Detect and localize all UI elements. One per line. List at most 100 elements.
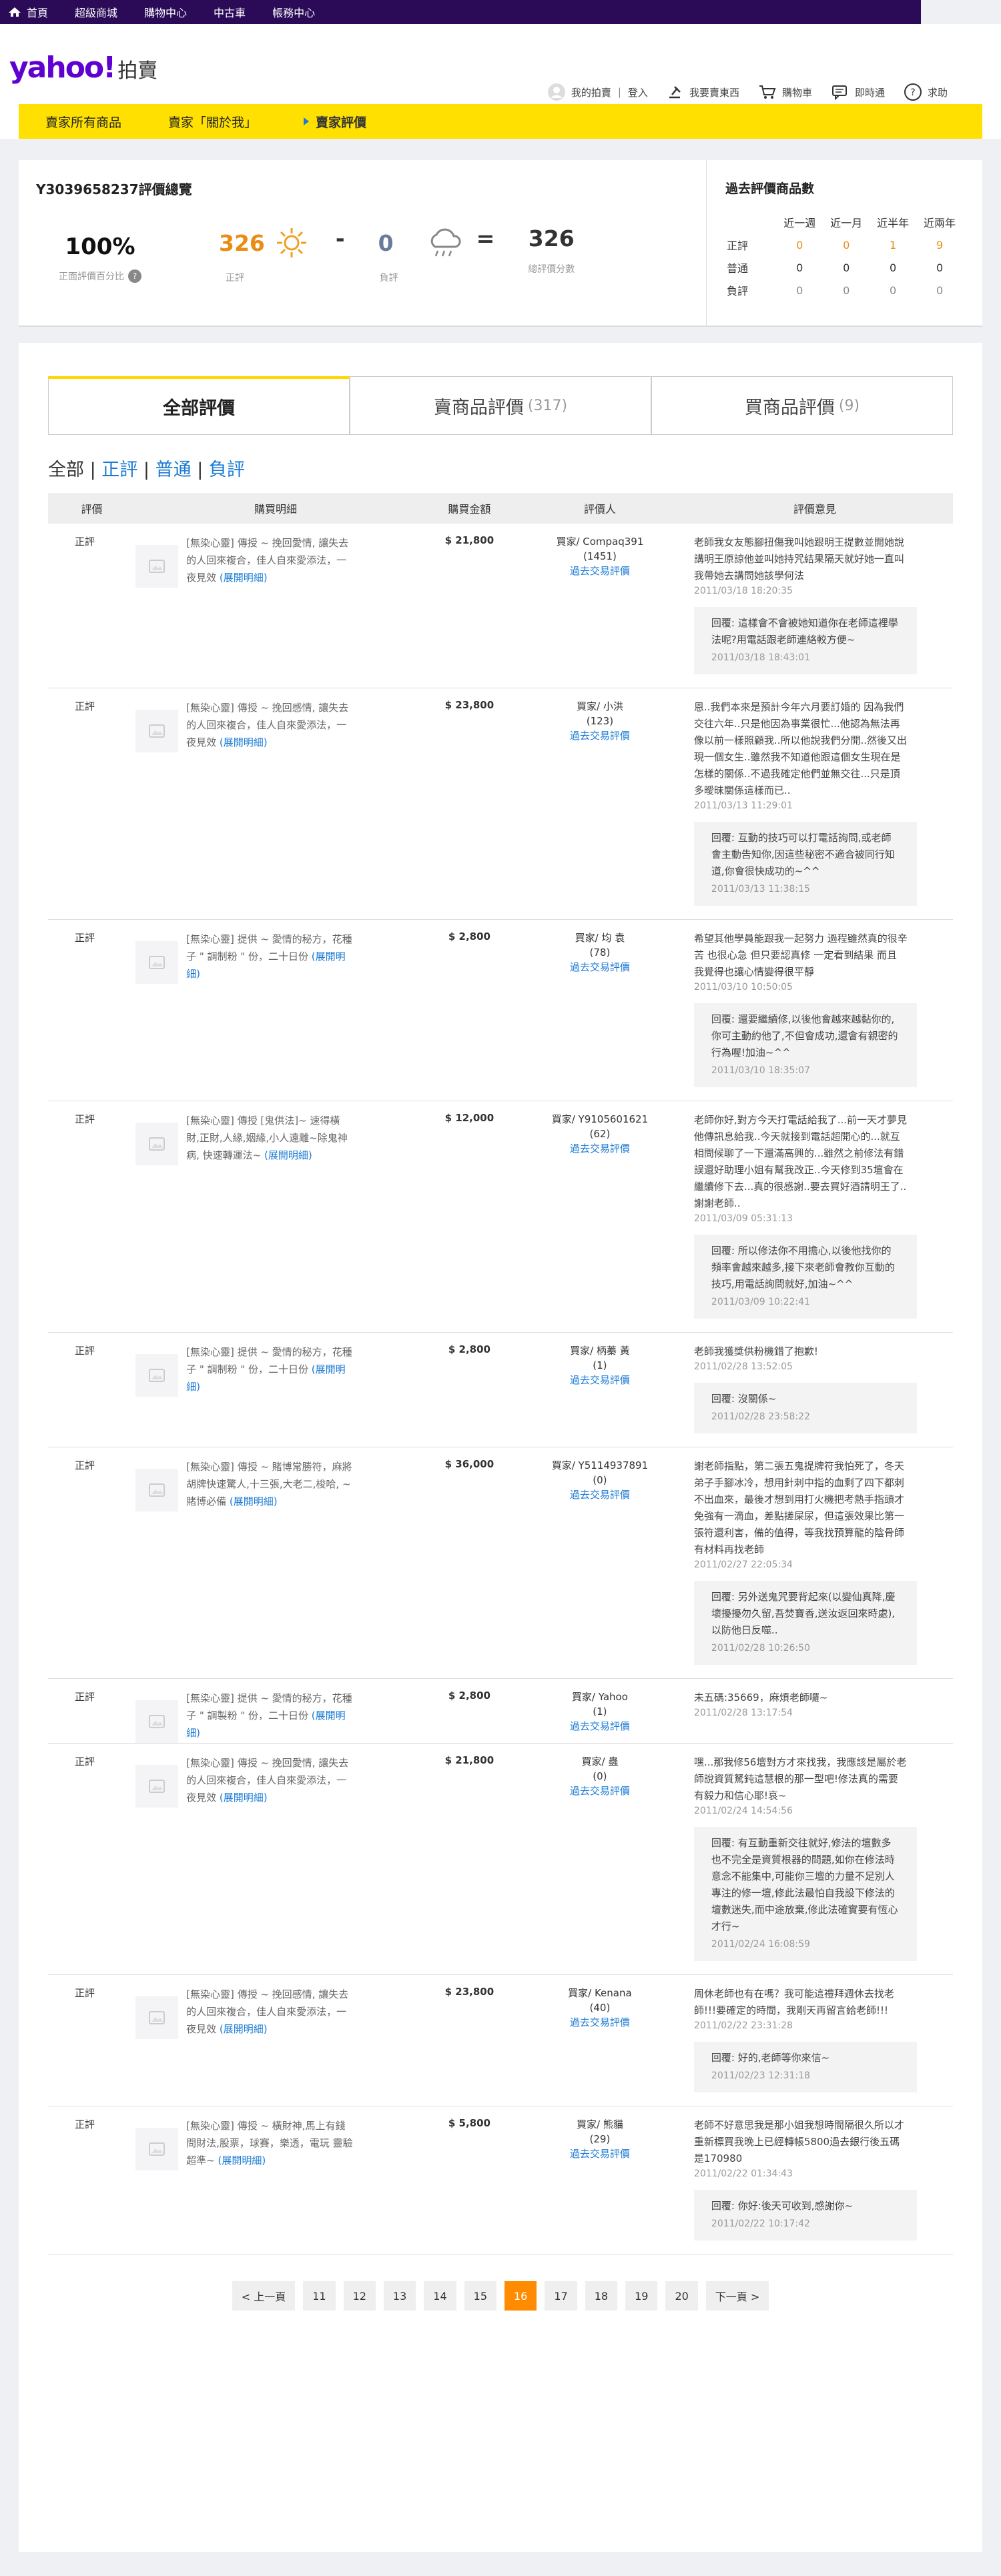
rater-name[interactable]: 買家/ 柄蓁 黃 bbox=[523, 1343, 677, 1358]
filter-neutral[interactable]: 普通 bbox=[155, 460, 192, 480]
top-nav-mall[interactable]: 超級商城 bbox=[75, 4, 117, 20]
item-thumbnail[interactable] bbox=[135, 1123, 179, 1165]
filter-all[interactable]: 全部 bbox=[48, 460, 84, 480]
item-thumbnail[interactable] bbox=[135, 545, 179, 588]
rater-name[interactable]: 買家/ 熊貓 bbox=[523, 2117, 677, 2132]
past-trades-link[interactable]: 過去交易評價 bbox=[523, 960, 677, 975]
rater-score: (123) bbox=[586, 715, 614, 727]
filter-negative[interactable]: 負評 bbox=[209, 460, 245, 480]
item-thumbnail[interactable] bbox=[135, 1469, 179, 1511]
rater-name[interactable]: 買家/ 小洪 bbox=[523, 699, 677, 714]
rater-name[interactable]: 買家/ Compaq391 bbox=[523, 534, 677, 549]
item-title[interactable]: [無染心靈] 傳授 ~ 挽回愛情, 讓失去的人回來複合，佳人自來愛添法，一夜見效 bbox=[186, 537, 348, 584]
item-detail: [無染心靈] 提供 ~ 愛情的秘方，花種子 " 調制粉 " 份，二十日份 (展開… bbox=[135, 930, 416, 984]
past-col: 近一週 bbox=[783, 217, 816, 229]
tab-all[interactable]: 全部評價 bbox=[48, 376, 350, 434]
my-auction-label: 我的拍賣 bbox=[571, 86, 611, 99]
crumb-about[interactable]: 賣家「關於我」 bbox=[168, 113, 257, 131]
expand-detail-link[interactable]: (展開明細) bbox=[264, 1149, 312, 1161]
page-button-17[interactable]: 17 bbox=[545, 2281, 577, 2311]
item-title[interactable]: [無染心靈] 傳授 ~ 挽回感情, 讓失去的人回來複合，佳人自來愛添法，一夜見效 bbox=[186, 702, 348, 748]
top-nav-shopping[interactable]: 購物中心 bbox=[144, 4, 187, 20]
item-thumbnail[interactable] bbox=[135, 2128, 179, 2170]
item-cell: [無染心靈] 傳授 ~ 挽回愛情, 讓失去的人回來複合，佳人自來愛添法，一夜見效… bbox=[135, 524, 416, 688]
rater-name[interactable]: 買家/ Y9105601621 bbox=[523, 1112, 677, 1127]
page-button-13[interactable]: 13 bbox=[383, 2281, 416, 2311]
item-cell: [無染心靈] 傳授 ~ 挽回感情, 讓失去的人回來複合，佳人自來愛添法，一夜見效… bbox=[135, 688, 416, 920]
amount-cell: $ 5,800 bbox=[415, 2106, 523, 2255]
top-nav-home[interactable]: 首頁 bbox=[8, 4, 48, 20]
tab-sell[interactable]: 賣商品評價 (317) bbox=[350, 376, 651, 434]
past-trades-link[interactable]: 過去交易評價 bbox=[523, 1141, 677, 1156]
rater-name[interactable]: 買家/ Yahoo bbox=[523, 1690, 677, 1704]
ratings-main: 全部評價 賣商品評價 (317) 買商品評價 (9) 全部 | 正評 | 普通 | … bbox=[19, 343, 982, 2552]
expand-detail-link[interactable]: (展開明細) bbox=[218, 2154, 266, 2166]
yahoo-logo[interactable]: yahoo! 拍賣 bbox=[9, 51, 157, 85]
expand-detail-link[interactable]: (展開明細) bbox=[220, 2023, 268, 2035]
item-cell: [無染心靈] 提供 ~ 愛情的秘方，花種子 " 調制粉 " 份，二十日份 (展開… bbox=[135, 919, 416, 1101]
page-button-14[interactable]: 14 bbox=[424, 2281, 456, 2311]
reply-text: 回覆: 所以修法你不用擔心,以後他找你的頻率會越來越多,接下來老師會教你互動的技… bbox=[711, 1245, 895, 1290]
gavel-icon bbox=[669, 86, 681, 99]
comment-text: 謝老師指點，第二張五鬼提牌符我怕死了，冬天弟子手腳冰冷，想用針刺中指的血剩了四下… bbox=[693, 1460, 904, 1555]
past-trades-link[interactable]: 過去交易評價 bbox=[523, 564, 677, 578]
item-thumbnail[interactable] bbox=[135, 1700, 179, 1743]
page-button-11[interactable]: 11 bbox=[303, 2281, 336, 2311]
table-row: 正評 [無染心靈] 提供 ~ 愛情的秘方，花種子 " 調制粉 " 份，二十日份 … bbox=[48, 919, 953, 1101]
past-trades-link[interactable]: 過去交易評價 bbox=[523, 1719, 677, 1734]
top-nav-used-car[interactable]: 中古車 bbox=[214, 4, 246, 20]
page-button-19[interactable]: 19 bbox=[625, 2281, 658, 2311]
rater-name[interactable]: 買家/ 均 袁 bbox=[523, 930, 677, 945]
item-thumbnail[interactable] bbox=[135, 1354, 179, 1397]
seller-reply: 回覆: 有互動重新交往就好,修法的壇數多也不完全是資質根器的問題,如你在修法時意… bbox=[693, 1827, 917, 1961]
expand-detail-link[interactable]: (展開明細) bbox=[220, 572, 268, 584]
reply-text: 回覆: 好的,老師等你來信~ bbox=[711, 2052, 830, 2064]
top-nav-billing[interactable]: 帳務中心 bbox=[272, 4, 315, 20]
expand-detail-link[interactable]: (展開明細) bbox=[220, 736, 268, 748]
page-button-12[interactable]: 12 bbox=[343, 2281, 376, 2311]
item-thumbnail[interactable] bbox=[135, 710, 179, 752]
rater-name[interactable]: 買家/ 蟲 bbox=[523, 1754, 677, 1769]
login-link[interactable]: 登入 bbox=[628, 85, 648, 99]
past-trades-link[interactable]: 過去交易評價 bbox=[523, 2015, 677, 2030]
comment-cell: 謝老師指點，第二張五鬼提牌符我怕死了，冬天弟子手腳冰冷，想用針刺中指的血剩了四下… bbox=[676, 1447, 953, 1679]
page-button-18[interactable]: 18 bbox=[585, 2281, 618, 2311]
past-trades-link[interactable]: 過去交易評價 bbox=[523, 1487, 677, 1502]
item-title[interactable]: [無染心靈] 傳授 ~ 挽回感情, 讓失去的人回來複合，佳人自來愛添法，一夜見效 bbox=[186, 1988, 348, 2035]
rater-name[interactable]: 買家/ Y5114937891 bbox=[523, 1458, 677, 1473]
past-header-row: 近一週 近一月 近半年 近兩年 bbox=[727, 211, 962, 233]
item-description: [無染心靈] 傳授 ~ 挽回愛情, 讓失去的人回來複合，佳人自來愛添法，一夜見效… bbox=[186, 534, 353, 588]
next-page-button[interactable]: 下一頁 > bbox=[705, 2281, 769, 2311]
my-auction-link[interactable]: 我的拍賣 | 登入 bbox=[547, 83, 648, 101]
past-col: 近半年 bbox=[877, 217, 910, 229]
rater-score: (40) bbox=[589, 2002, 611, 2014]
past-trades-link[interactable]: 過去交易評價 bbox=[523, 728, 677, 743]
past-trades-link[interactable]: 過去交易評價 bbox=[523, 2146, 677, 2161]
info-icon[interactable]: ? bbox=[128, 269, 141, 283]
page-button-15[interactable]: 15 bbox=[464, 2281, 496, 2311]
rater-name[interactable]: 買家/ Kenana bbox=[523, 1986, 677, 2000]
past-trades-link[interactable]: 過去交易評價 bbox=[523, 1373, 677, 1387]
prev-page-button[interactable]: < 上一頁 bbox=[232, 2281, 296, 2311]
crumb-all-items[interactable]: 賣家所有商品 bbox=[45, 113, 121, 131]
tab-buy[interactable]: 買商品評價 (9) bbox=[651, 376, 953, 434]
item-thumbnail[interactable] bbox=[135, 941, 179, 984]
item-thumbnail[interactable] bbox=[135, 1765, 179, 1808]
sell-link[interactable]: 我要賣東西 bbox=[667, 84, 739, 100]
page-button-16[interactable]: 16 bbox=[505, 2281, 537, 2311]
item-thumbnail[interactable] bbox=[135, 1996, 179, 2039]
im-link[interactable]: 即時通 bbox=[831, 84, 885, 100]
filter-positive[interactable]: 正評 bbox=[101, 460, 137, 480]
item-title[interactable]: [無染心靈] 傳授 ~ 橫財神,馬上有錢問財法,股票，球賽，樂透，電玩 靈驗超準… bbox=[186, 2120, 353, 2166]
past-trades-link[interactable]: 過去交易評價 bbox=[523, 1784, 677, 1798]
cart-link[interactable]: 購物車 bbox=[758, 84, 812, 100]
page-button-20[interactable]: 20 bbox=[665, 2281, 698, 2311]
top-nav-label: 超級商城 bbox=[75, 7, 118, 19]
expand-detail-link[interactable]: (展開明細) bbox=[230, 1495, 278, 1507]
expand-detail-link[interactable]: (展開明細) bbox=[220, 1792, 268, 1804]
item-title[interactable]: [無染心靈] 傳授 ~ 挽回愛情, 讓失去的人回來複合，佳人自來愛添法，一夜見效 bbox=[186, 1757, 348, 1804]
past-row-positive: 正評 0 0 1 9 bbox=[727, 234, 962, 255]
help-link[interactable]: ? 求助 bbox=[904, 83, 948, 101]
item-detail: [無染心靈] 傳授 ~ 橫財神,馬上有錢問財法,股票，球賽，樂透，電玩 靈驗超準… bbox=[135, 2117, 416, 2170]
crumb-rating[interactable]: 賣家評價 bbox=[304, 113, 366, 131]
